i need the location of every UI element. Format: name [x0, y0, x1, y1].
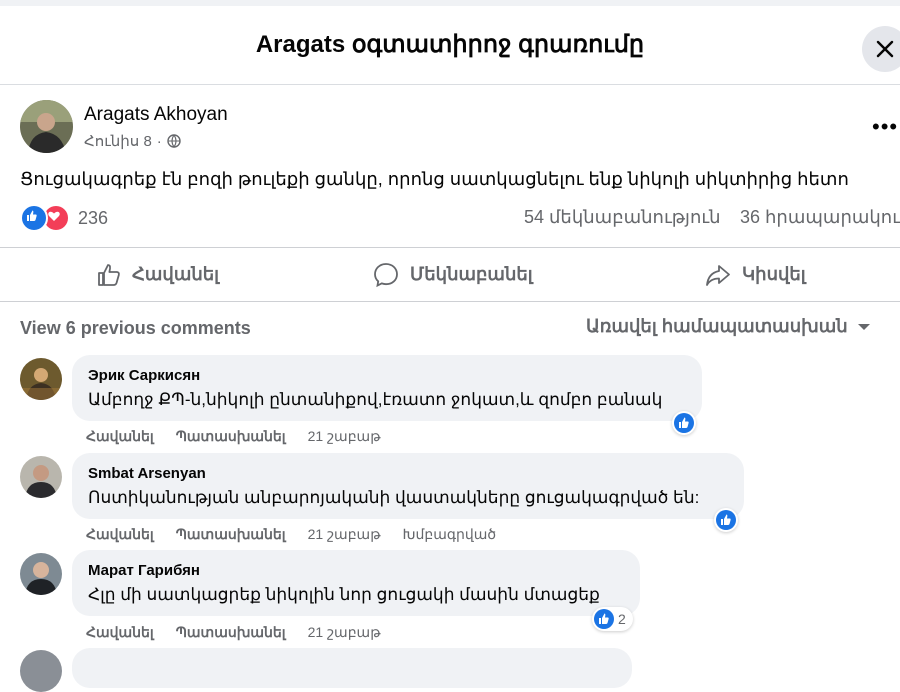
share-button[interactable]: Կիսվել — [704, 248, 806, 301]
comment-text: Ոստիկանության անբարոյականի վաստակները ցո… — [88, 488, 700, 507]
like-button[interactable]: Հավանել — [96, 248, 219, 301]
comment-reactions[interactable] — [714, 508, 738, 532]
like-label: Հավանել — [132, 264, 220, 284]
comment-label: Մեկնաբանել — [410, 264, 533, 284]
comment-avatar[interactable] — [20, 456, 62, 498]
share-label: Կիսվել — [742, 264, 806, 284]
close-button[interactable] — [862, 26, 900, 72]
comment-actions: Հավանել Պատասխանել 21 շաբաթ — [86, 428, 403, 445]
comment-bubble: Smbat Arsenyan Ոստիկանության անբարոյական… — [72, 453, 744, 519]
comment-reply-link[interactable]: Պատասխանել — [176, 526, 286, 543]
sort-label: Առավել համապատասխան — [586, 316, 848, 336]
comment-time[interactable]: 21 շաբաթ — [308, 428, 381, 445]
share-icon — [706, 264, 730, 286]
comment-reactions[interactable]: 2 — [592, 607, 633, 631]
like-reaction-icon — [594, 609, 614, 629]
comment-button[interactable]: Մեկնաբանել — [372, 248, 533, 301]
globe-icon — [167, 134, 181, 148]
like-reaction-icon — [716, 510, 736, 530]
comment-author[interactable]: Smbat Arsenyan — [88, 465, 206, 482]
post-date[interactable]: Հունիս 8 — [84, 132, 152, 150]
view-previous-comments-link[interactable]: View 6 previous comments — [20, 318, 251, 339]
like-reaction-icon — [674, 413, 694, 433]
thumbs-up-icon — [98, 263, 120, 286]
comment-time[interactable]: 21 շաբաթ — [308, 526, 381, 543]
comment-like-link[interactable]: Հավանել — [86, 428, 154, 445]
comment-time[interactable]: 21 շաբաթ — [308, 624, 381, 641]
dialog-header: Aragats օգտատիրոջ գրառումը — [0, 6, 900, 85]
comment-text: Հլը մի սատկացրեք նիկոլին նոր ցուցակի մաս… — [88, 585, 600, 604]
comment-like-link[interactable]: Հավանել — [86, 526, 154, 543]
comment-like-link[interactable]: Հավանել — [86, 624, 154, 641]
post-reactions[interactable]: 236 — [20, 204, 109, 232]
comment-reply-link[interactable]: Պատասխանել — [176, 428, 286, 445]
more-options-icon[interactable]: ••• — [872, 114, 898, 140]
dialog-title: Aragats օգտատիրոջ գրառումը — [255, 31, 645, 58]
dot-separator: · — [156, 132, 162, 150]
comment-bubble — [72, 648, 632, 688]
post-actions-bar: Հավանել Մեկնաբանել Կիսվել — [0, 247, 900, 302]
comment-reaction-count: 2 — [618, 611, 626, 627]
comment-actions: Հավանել Պատասխանել 21 շաբաթ — [86, 624, 403, 641]
comment-bubble: Марат Гарибян Հլը մի սատկացրեք նիկոլին ն… — [72, 550, 640, 616]
post-author-avatar[interactable] — [20, 100, 73, 153]
reaction-count: 236 — [78, 207, 109, 228]
comment-avatar[interactable] — [20, 650, 62, 692]
comment-icon — [374, 262, 398, 287]
post-author-name[interactable]: Aragats Akhoyan — [84, 104, 228, 126]
comment-text: Ամբողջ ՔՊ-ն,նիկոլի ընտանիքով,էռատո ջոկատ… — [88, 390, 663, 409]
comment-actions: Հավանել Պատասխանել 21 շաբաթ Խմբագրված — [86, 526, 518, 543]
comment-reply-link[interactable]: Պատասխանել — [176, 624, 286, 641]
comment-avatar[interactable] — [20, 358, 62, 400]
comment-author[interactable]: Марат Гарибян — [88, 562, 200, 579]
post-text: Ցուցակագրեք էն բոզի թուլեքի ցանկը, որոնց… — [20, 169, 849, 189]
comment-bubble: Эрик Саркисян Ամբողջ ՔՊ-ն,նիկոլի ընտանիք… — [72, 355, 702, 421]
post-meta: Հունիս 8 · — [84, 132, 181, 150]
comment-sort-dropdown[interactable]: Առավել համապատասխան — [586, 316, 871, 337]
comment-reactions[interactable] — [672, 411, 696, 435]
comment-avatar[interactable] — [20, 553, 62, 595]
shares-count[interactable]: 36 հրապարակու — [740, 207, 900, 228]
like-reaction-icon — [20, 204, 48, 232]
comment-author[interactable]: Эрик Саркисян — [88, 367, 200, 384]
comment-edited-label: Խմբագրված — [402, 526, 497, 542]
comments-count[interactable]: 54 մեկնաբանություն — [524, 207, 721, 228]
chevron-down-icon — [857, 324, 870, 330]
close-icon — [876, 40, 894, 58]
